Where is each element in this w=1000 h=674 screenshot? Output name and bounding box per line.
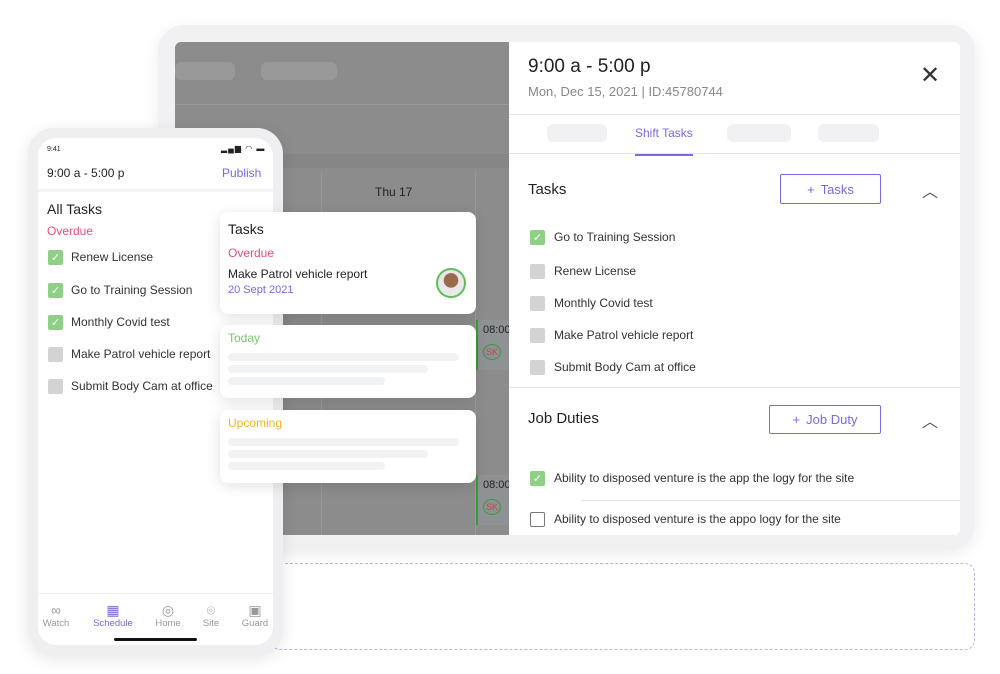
checkbox[interactable]: [48, 347, 63, 362]
checkbox[interactable]: ✓: [48, 250, 63, 265]
publish-button[interactable]: Publish: [222, 166, 261, 180]
status-icons: ▂▄▆ ◠ ▬: [221, 144, 266, 153]
tasks-upcoming-card: Upcoming: [220, 410, 476, 483]
day-header: Thu 17: [375, 185, 413, 199]
task-label: Go to Training Session: [71, 283, 193, 297]
task-label: Submit Body Cam at office: [554, 360, 696, 374]
tasks-heading: Tasks: [528, 181, 567, 198]
tab-shift-tasks[interactable]: Shift Tasks: [635, 126, 693, 156]
close-icon[interactable]: ✕: [920, 64, 940, 88]
nav-label: Schedule: [93, 618, 133, 629]
panel-subtitle: Mon, Dec 15, 2021 | ID:45780744: [528, 84, 723, 99]
tab-placeholder[interactable]: [727, 124, 791, 142]
nav-home[interactable]: ◎ Home: [145, 602, 191, 629]
tasks-today-card: Today: [220, 325, 476, 398]
nav-site[interactable]: ⌾ Site: [188, 602, 234, 629]
status-clock: 9:41: [47, 146, 61, 153]
add-job-duty-button[interactable]: + Job Duty: [769, 405, 881, 434]
tasks-overdue-card: Tasks Overdue Make Patrol vehicle report…: [220, 212, 476, 314]
add-task-button[interactable]: + Tasks: [780, 174, 881, 204]
checkbox[interactable]: [530, 360, 545, 375]
checkbox[interactable]: ✓: [530, 471, 545, 486]
all-tasks-heading: All Tasks: [47, 201, 102, 217]
shift-block[interactable]: 08:00 SK: [476, 475, 511, 525]
nav-label: Home: [155, 618, 181, 629]
task-label: Monthly Covid test: [554, 296, 653, 310]
home-icon: ◎: [161, 602, 175, 618]
nav-label: Guard: [241, 618, 269, 629]
nav-guard[interactable]: ▣ Guard: [232, 602, 273, 629]
task-label: Ability to disposed venture is the appo …: [554, 512, 841, 526]
task-label: Monthly Covid test: [71, 315, 170, 329]
tab-placeholder[interactable]: [818, 124, 879, 142]
overdue-label: Overdue: [228, 246, 275, 260]
checkbox[interactable]: [530, 264, 545, 279]
checkbox[interactable]: [530, 296, 545, 311]
task-label: Make Patrol vehicle report: [71, 347, 211, 361]
today-label: Today: [228, 331, 261, 345]
tab-placeholder[interactable]: [547, 124, 607, 142]
guard-icon: ▣: [248, 602, 262, 618]
upcoming-label: Upcoming: [228, 416, 283, 430]
pin-icon: ⌾: [206, 602, 216, 618]
task-date: 20 Sept 2021: [228, 284, 294, 296]
task-label: Renew License: [554, 264, 637, 278]
dashed-placeholder: [270, 563, 975, 650]
task-label: Go to Training Session: [554, 230, 676, 244]
task-name[interactable]: Make Patrol vehicle report: [228, 267, 367, 281]
task-label: Submit Body Cam at office: [71, 379, 213, 393]
task-label: Renew License: [71, 250, 154, 264]
overdue-label: Overdue: [47, 224, 94, 238]
chevron-up-icon[interactable]: ︿: [922, 408, 938, 432]
avatar: [436, 268, 466, 298]
nav-label: Watch: [42, 618, 70, 629]
shift-block[interactable]: 08:00 SK: [476, 320, 511, 370]
plus-icon: +: [792, 412, 801, 427]
shift-detail-panel: 9:00 a - 5:00 p Mon, Dec 15, 2021 | ID:4…: [509, 42, 960, 535]
checkbox[interactable]: ✓: [48, 283, 63, 298]
nav-label: Site: [202, 618, 220, 629]
binoculars-icon: ∞: [51, 602, 61, 618]
chevron-up-icon[interactable]: ︿: [922, 178, 938, 202]
checkbox[interactable]: [48, 379, 63, 394]
task-label: Make Patrol vehicle report: [554, 328, 694, 342]
nav-schedule[interactable]: ▦ Schedule: [90, 602, 136, 629]
checkbox[interactable]: ✓: [48, 315, 63, 330]
home-indicator: [114, 638, 197, 641]
card-title: Tasks: [228, 221, 264, 237]
checkbox[interactable]: [530, 328, 545, 343]
checkbox[interactable]: [530, 512, 545, 527]
panel-title: 9:00 a - 5:00 p: [528, 56, 651, 77]
checkbox[interactable]: ✓: [530, 230, 545, 245]
phone-title: 9:00 a - 5:00 p: [47, 166, 125, 180]
calendar-icon: ▦: [106, 602, 120, 618]
task-label: Ability to disposed venture is the app t…: [554, 471, 855, 485]
job-duties-heading: Job Duties: [528, 410, 599, 427]
plus-icon: +: [807, 181, 815, 197]
nav-watch[interactable]: ∞ Watch: [38, 602, 79, 629]
